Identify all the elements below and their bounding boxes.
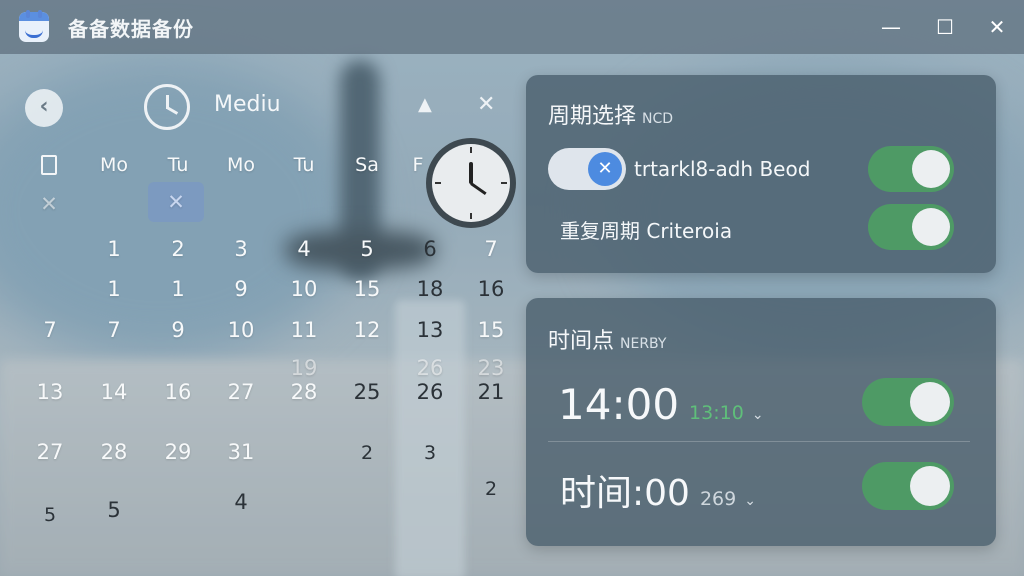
time2-selector[interactable]: 时间:00 269 ⌄ (560, 464, 756, 516)
day-cell[interactable]: 10 (216, 318, 266, 342)
day-cell[interactable]: 21 (466, 380, 516, 404)
day-cell[interactable]: 2 (342, 442, 392, 464)
view-label[interactable]: Mediu (214, 92, 281, 117)
time2-main: 时间:00 (560, 473, 690, 514)
option1-label: trtarkl8-adh Beod (634, 157, 811, 181)
close-icon[interactable]: ✕ (588, 152, 622, 186)
time1-toggle[interactable] (862, 378, 954, 426)
window-title: 备备数据备份 (68, 17, 194, 41)
day-cell[interactable]: 28 (279, 380, 329, 404)
day-cell[interactable]: 15 (466, 318, 516, 342)
day-cell[interactable]: 7 (466, 237, 516, 261)
day-cell[interactable]: 26 (405, 380, 455, 404)
day-cell[interactable]: 28 (89, 440, 139, 464)
day-cell[interactable]: 13 (25, 380, 75, 404)
day-cell[interactable]: 2 (153, 237, 203, 261)
calendar-app-icon (19, 10, 49, 42)
calendar-close-icon[interactable]: ✕ (477, 92, 495, 117)
day-cell[interactable]: 25 (342, 380, 392, 404)
day-cell[interactable]: 27 (25, 440, 75, 464)
day-cell[interactable]: 5 (342, 237, 392, 261)
day-cell[interactable]: 3 (405, 442, 455, 464)
day-cell[interactable]: 10 (279, 277, 329, 301)
time-panel-title: 时间点 NERBY (548, 323, 666, 355)
day-cell[interactable]: 16 (466, 277, 516, 301)
day-mark-selected[interactable]: ✕ (148, 182, 204, 222)
close-button[interactable]: ✕ (984, 14, 1010, 40)
time-panel-heading: 时间点 (548, 329, 615, 354)
day-cell[interactable]: 4 (216, 490, 266, 514)
day-cell[interactable]: 9 (153, 318, 203, 342)
chevron-down-icon[interactable]: ⌄ (744, 493, 756, 509)
time2-toggle[interactable] (862, 462, 954, 510)
weekday-label: Sa (355, 154, 379, 176)
day-cell[interactable]: 5 (25, 504, 75, 526)
repeat-panel-subtitle: NCD (642, 111, 674, 127)
day-cell[interactable]: 12 (342, 318, 392, 342)
day-cell[interactable]: 1 (89, 237, 139, 261)
weekday-label: Mo (226, 154, 256, 176)
weekday-label: Mo (99, 154, 129, 176)
day-cell[interactable]: 1 (89, 277, 139, 301)
day-cell[interactable]: 18 (405, 277, 455, 301)
day-cell[interactable]: 6 (405, 237, 455, 261)
day-cell[interactable]: 15 (342, 277, 392, 301)
time1-selector[interactable]: 14:00 13:10 ⌄ (558, 380, 764, 429)
clock-icon[interactable] (144, 84, 190, 130)
day-cell-faded: 26 (416, 356, 444, 380)
day-cell[interactable]: 9 (216, 277, 266, 301)
day-cell[interactable]: 3 (216, 237, 266, 261)
option2-label: 重复周期 Criteroia (560, 219, 733, 243)
day-cell[interactable]: 4 (279, 237, 329, 261)
day-cell[interactable]: 27 (216, 380, 266, 404)
wall-clock-icon (426, 138, 516, 228)
day-cell[interactable]: 16 (153, 380, 203, 404)
divider (548, 441, 970, 442)
day-cell[interactable]: 14 (89, 380, 139, 404)
day-cell[interactable]: 29 (153, 440, 203, 464)
day-cell-faded: 23 (477, 356, 505, 380)
time-panel-subtitle: NERBY (620, 336, 667, 352)
repeat-panel-heading: 周期选择 (548, 104, 637, 129)
day-cell[interactable]: 2 (466, 478, 516, 500)
minimize-button[interactable]: — (878, 14, 904, 40)
chevron-down-icon[interactable]: ⌄ (752, 407, 764, 423)
day-mark[interactable]: ✕ (24, 192, 74, 216)
repeat-period-toggle[interactable] (868, 204, 954, 250)
document-icon (41, 155, 57, 175)
day-cell[interactable]: 5 (89, 498, 139, 522)
title-bar: 备备数据备份 — ☐ ✕ (0, 0, 1024, 54)
day-cell[interactable]: 1 (153, 277, 203, 301)
maximize-button[interactable]: ☐ (932, 14, 958, 40)
time1-secondary: 13:10 (689, 402, 744, 424)
chevron-up-icon[interactable]: ▲ (418, 94, 432, 115)
period-pill-toggle[interactable]: ✕ (548, 148, 626, 190)
day-cell[interactable]: 7 (89, 318, 139, 342)
weekday-label: Tu (293, 154, 315, 176)
day-cell[interactable]: 31 (216, 440, 266, 464)
day-cell[interactable]: 11 (279, 318, 329, 342)
time2-secondary: 269 (699, 488, 737, 510)
day-cell-faded: 19 (290, 356, 318, 380)
time1-main: 14:00 (558, 380, 680, 429)
option1-toggle[interactable] (868, 146, 954, 192)
back-icon[interactable]: ‹ (25, 89, 63, 127)
day-cell[interactable]: 7 (25, 318, 75, 342)
repeat-panel-title: 周期选择 NCD (548, 98, 673, 130)
day-cell[interactable]: 13 (405, 318, 455, 342)
weekday-label: Tu (167, 154, 189, 176)
